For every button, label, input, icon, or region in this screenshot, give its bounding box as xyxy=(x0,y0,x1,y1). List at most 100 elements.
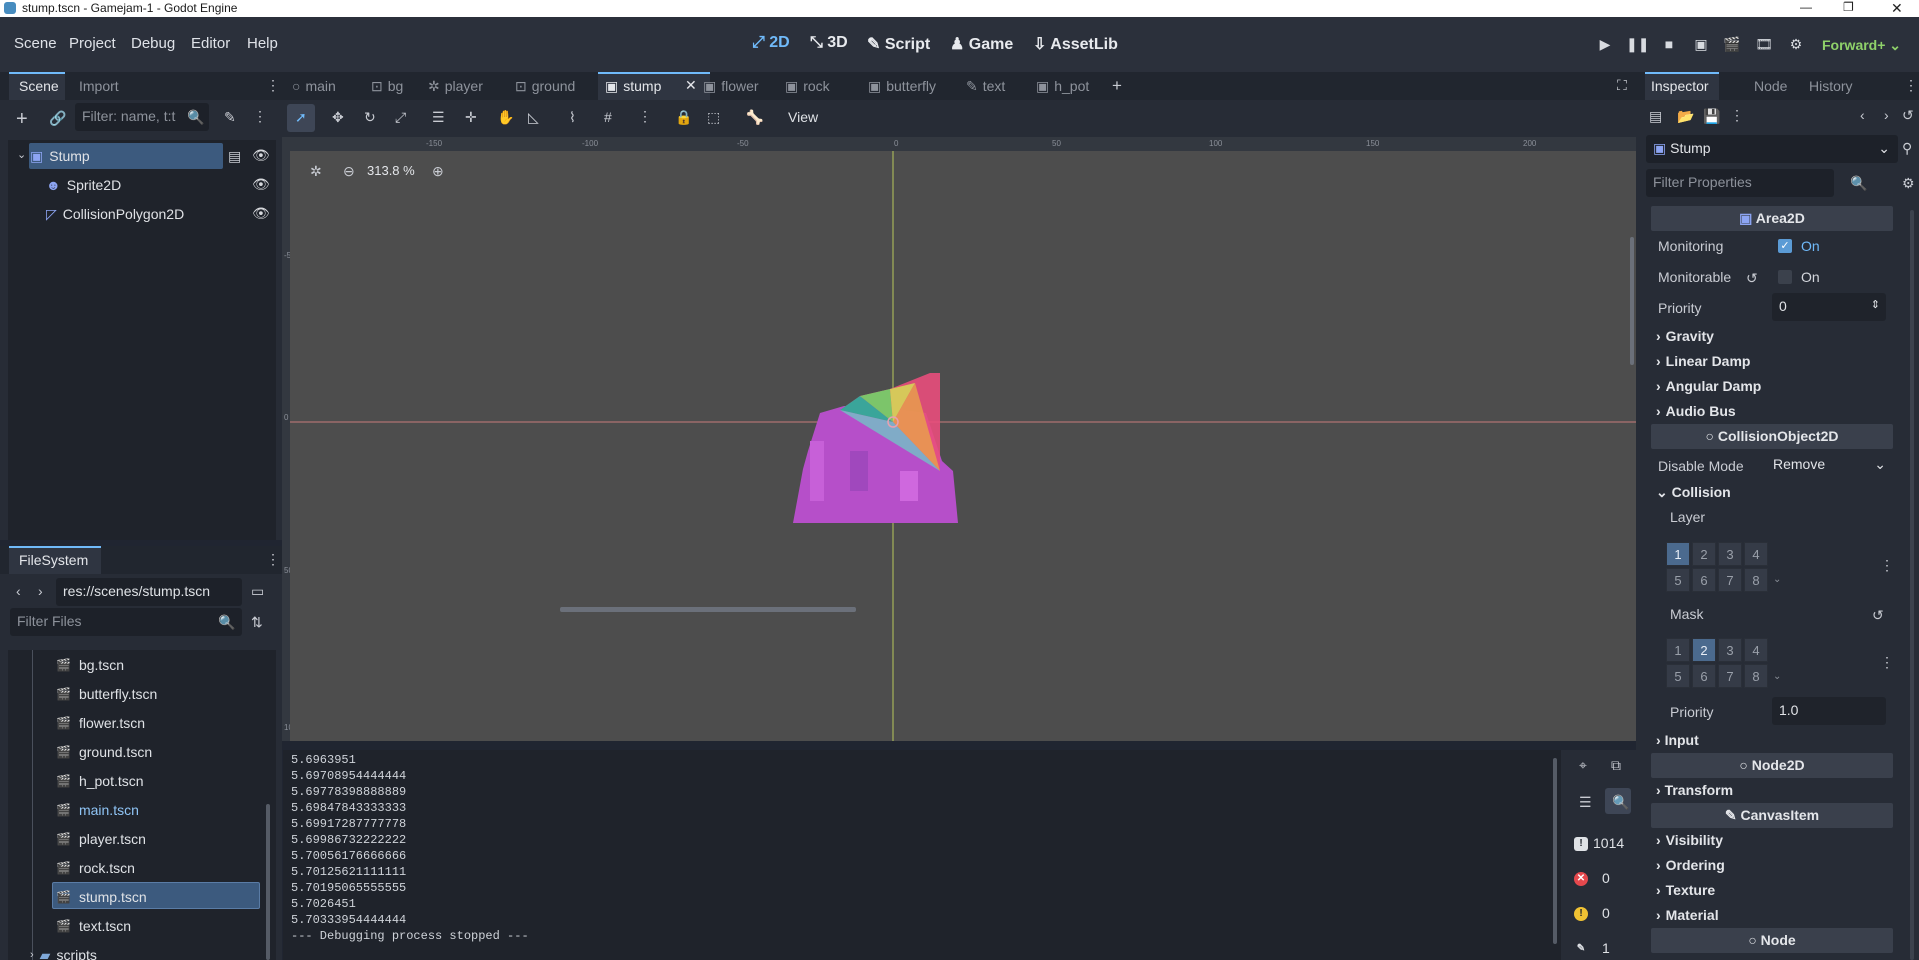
scene-tree-menu-icon[interactable]: ⋮ xyxy=(253,108,267,125)
mask-bit-5[interactable]: 5 xyxy=(1666,664,1690,688)
file-row[interactable]: 🎬 flower.tscn xyxy=(56,711,145,735)
file-row[interactable]: 🎬 text.tscn xyxy=(56,914,131,938)
pan-hand-icon[interactable]: ✋ xyxy=(497,109,514,126)
filesystem-path-input[interactable]: res://scenes/stump.tscn xyxy=(56,578,242,606)
scene-tab-stump[interactable]: ▣ stump xyxy=(605,78,661,95)
category-texture[interactable]: › Texture xyxy=(1656,882,1715,898)
mask-bit-4[interactable]: 4 xyxy=(1744,638,1768,662)
stop-icon[interactable]: ■ xyxy=(1658,36,1680,56)
revert-icon[interactable]: ↺ xyxy=(1746,270,1758,287)
mask-menu-icon[interactable]: ⋮ xyxy=(1880,654,1894,671)
scene-tab-flower[interactable]: ▣ flower xyxy=(703,78,759,95)
group-icon[interactable]: ⬚ xyxy=(707,109,720,126)
monitoring-checkbox[interactable]: ✓ On xyxy=(1778,238,1820,254)
disable-mode-dropdown[interactable]: Remove ⌄ xyxy=(1766,451,1892,479)
folder-row-scripts[interactable]: › ▰ scripts xyxy=(30,943,97,960)
scene-tab-butterfly[interactable]: ▣ butterfly xyxy=(868,78,936,95)
category-linear-damp[interactable]: › Linear Damp xyxy=(1656,353,1750,369)
category-ordering[interactable]: › Ordering xyxy=(1656,857,1725,873)
filesystem-scrollbar[interactable] xyxy=(266,804,270,960)
layer-expand-icon[interactable]: ⌄ xyxy=(1773,574,1781,585)
category-material[interactable]: › Material xyxy=(1656,907,1719,923)
doc-help-icon[interactable]: ⚲ xyxy=(1902,140,1912,157)
editor-message-count-toggle[interactable]: ✎ 1 xyxy=(1569,936,1621,960)
output-scrollbar[interactable] xyxy=(1553,758,1557,944)
viewport-v-scrollbar[interactable] xyxy=(1630,237,1634,365)
scene-tab-main[interactable]: ○ main xyxy=(292,78,336,94)
menu-help[interactable]: Help xyxy=(247,35,278,52)
clear-output-icon[interactable]: ☰ xyxy=(1579,794,1592,811)
grid-snap-icon[interactable]: # xyxy=(604,109,612,125)
instance-scene-icon[interactable]: 🔗 xyxy=(49,110,66,127)
lock-icon[interactable]: 🔒 xyxy=(675,109,692,126)
file-row[interactable]: 🎬 player.tscn xyxy=(56,827,146,851)
layer-menu-icon[interactable]: ⋮ xyxy=(1880,557,1894,574)
tab-history[interactable]: History xyxy=(1809,78,1853,94)
forward-arrow-icon[interactable]: › xyxy=(38,583,43,599)
layer-bit-5[interactable]: 5 xyxy=(1666,568,1690,592)
revert-icon[interactable]: ↺ xyxy=(1872,607,1884,624)
pause-icon[interactable]: ❚❚ xyxy=(1626,36,1649,56)
play-scene-icon[interactable]: 🎬 xyxy=(1721,36,1743,56)
tab-import[interactable]: Import xyxy=(79,78,119,94)
scale-mode-icon[interactable]: ⤢ xyxy=(395,109,406,126)
mask-bit-6[interactable]: 6 xyxy=(1692,664,1716,688)
pin-icon[interactable]: ⌖ xyxy=(1579,757,1587,774)
scene-tab-rock[interactable]: ▣ rock xyxy=(785,78,830,95)
split-view-icon[interactable]: ▭ xyxy=(251,583,264,600)
tree-node-sprite2d[interactable]: ☻ Sprite2D xyxy=(46,174,121,196)
filesystem-filter-input[interactable]: Filter Files xyxy=(10,608,242,636)
visibility-eye-icon[interactable]: 👁 xyxy=(252,205,270,222)
dock-menu-icon[interactable]: ⋮ xyxy=(266,551,280,568)
layer-bit-7[interactable]: 7 xyxy=(1718,568,1742,592)
distraction-free-icon[interactable]: ⛶ xyxy=(1617,77,1627,94)
scene-tab-ground[interactable]: ⊡ ground xyxy=(515,78,575,95)
category-gravity[interactable]: › Gravity xyxy=(1656,328,1714,344)
file-row[interactable]: 🎬 bg.tscn xyxy=(56,653,124,677)
workspace-game-button[interactable]: ♟ Game xyxy=(950,34,1013,54)
play-icon[interactable]: ▶ xyxy=(1594,36,1616,56)
warning-count-toggle[interactable]: ! 0 xyxy=(1569,901,1621,927)
snap-options-icon[interactable]: ⋮ xyxy=(638,108,652,125)
play-custom-scene-icon[interactable]: 🎞 xyxy=(1753,36,1775,56)
history-forward-icon[interactable]: › xyxy=(1884,107,1889,123)
file-row[interactable]: 🎬 h_pot.tscn xyxy=(56,769,144,793)
pivot-icon[interactable]: ✛ xyxy=(465,109,477,126)
tree-node-collisionpolygon2d[interactable]: ◸ CollisionPolygon2D xyxy=(46,203,184,225)
viewport-h-scrollbar[interactable] xyxy=(560,607,856,612)
section-canvasitem[interactable]: ✎ CanvasItem xyxy=(1651,803,1893,828)
inspector-scrollbar[interactable] xyxy=(1910,210,1914,960)
layer-bit-3[interactable]: 3 xyxy=(1718,542,1742,566)
workspace-assetlib-button[interactable]: ⇩ AssetLib xyxy=(1033,34,1118,54)
mask-bit-7[interactable]: 7 xyxy=(1718,664,1742,688)
dock-menu-icon[interactable]: ⋮ xyxy=(266,77,280,94)
workspace-script-button[interactable]: ✎ Script xyxy=(867,34,930,54)
tree-node-stump[interactable]: ▣ Stump xyxy=(30,145,90,167)
section-area2d[interactable]: ▣ Area2D xyxy=(1651,206,1893,231)
close-tab-icon[interactable]: ✕ xyxy=(685,77,697,94)
zoom-out-icon[interactable]: ⊖ xyxy=(343,163,355,180)
bone-icon[interactable]: 🦴 xyxy=(746,109,763,126)
menu-debug[interactable]: Debug xyxy=(131,35,175,52)
menu-scene[interactable]: Scene xyxy=(14,35,57,52)
category-input[interactable]: › Input xyxy=(1656,732,1699,748)
visibility-eye-icon[interactable]: 👁 xyxy=(252,176,270,193)
tab-node[interactable]: Node xyxy=(1754,78,1787,94)
mask-bit-2[interactable]: 2 xyxy=(1692,638,1716,662)
smart-snap-icon[interactable]: ⌇ xyxy=(569,109,576,126)
script-indicator-icon[interactable]: ▤ xyxy=(228,148,241,165)
collision-priority-spinbox[interactable]: 1.0 xyxy=(1772,697,1886,725)
minimize-icon[interactable]: — xyxy=(1800,0,1812,14)
category-audio-bus[interactable]: › Audio Bus xyxy=(1656,403,1736,419)
rotate-mode-icon[interactable]: ↻ xyxy=(364,109,376,126)
sort-icon[interactable]: ⇅ xyxy=(251,614,263,631)
file-row[interactable]: 🎬 main.tscn xyxy=(56,798,139,822)
filter-properties-input[interactable]: Filter Properties xyxy=(1646,169,1834,197)
mask-bit-8[interactable]: 8 xyxy=(1744,664,1768,688)
message-count-toggle[interactable]: ! 1014 xyxy=(1569,831,1624,857)
view-menu[interactable]: View xyxy=(788,109,818,125)
move-mode-icon[interactable]: ✥ xyxy=(332,109,344,126)
scene-tab-bg[interactable]: ⊡ bg xyxy=(371,78,403,95)
menu-project[interactable]: Project xyxy=(69,35,116,52)
open-resource-icon[interactable]: 📂 xyxy=(1677,108,1694,125)
